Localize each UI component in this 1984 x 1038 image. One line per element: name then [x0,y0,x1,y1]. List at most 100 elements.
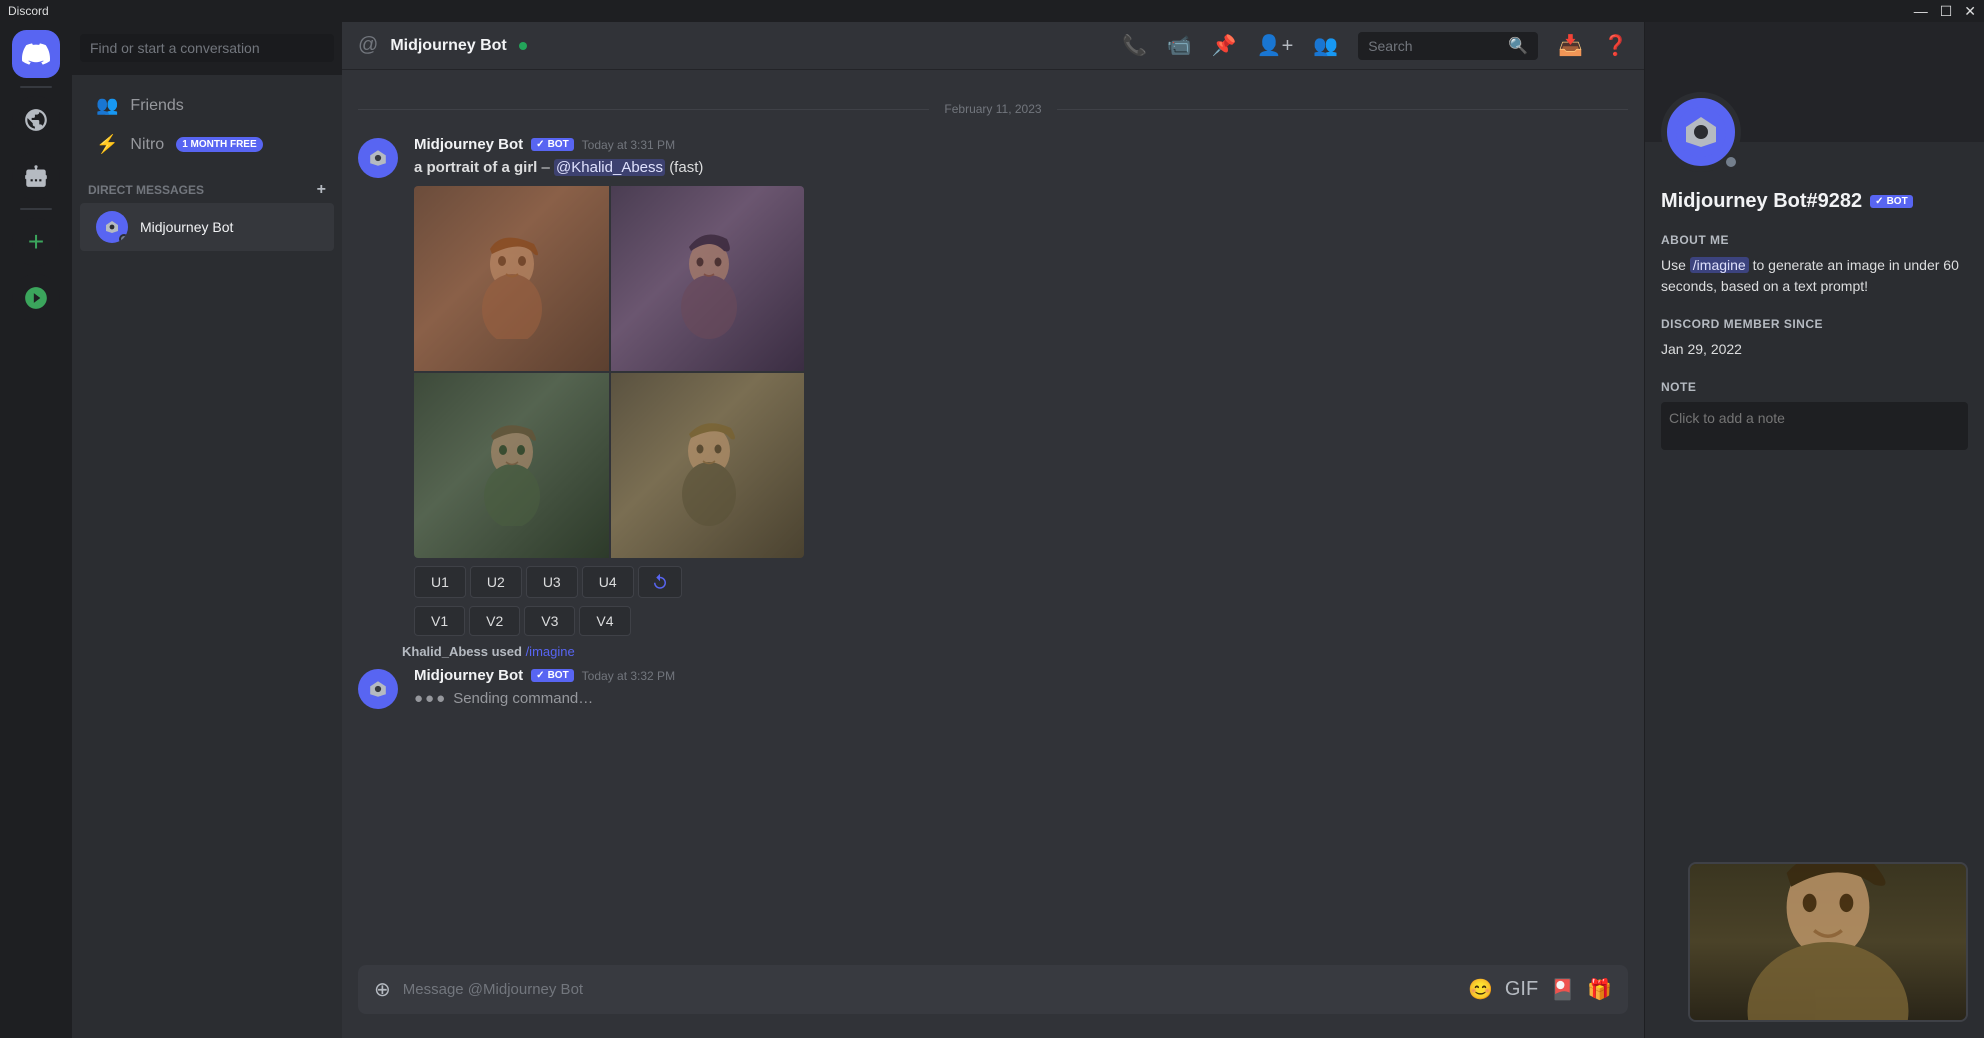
guild-add[interactable]: + [12,218,60,266]
action-buttons-row2: V1 V2 V3 V4 [414,606,1628,636]
v1-button[interactable]: V1 [414,606,465,636]
chat-input-box: ⊕ 😊 GIF 🎴 🎁 [358,965,1628,1014]
u4-button[interactable]: U4 [582,566,634,598]
titlebar-controls: — ☐ ✕ [1914,3,1976,20]
emoji-icon[interactable]: 😊 [1468,977,1493,1002]
add-member-icon[interactable]: 👤+ [1257,33,1294,58]
video-icon[interactable]: 📹 [1167,33,1192,58]
action-buttons-row1: U1 U2 U3 U4 [414,566,1628,598]
grid-image-4 [611,373,804,558]
guild-divider [20,86,52,88]
nitro-badge: 1 MONTH FREE [176,137,262,152]
about-me-header: ABOUT ME [1661,233,1968,247]
member-since-date: Jan 29, 2022 [1661,339,1968,360]
message-group-1: Midjourney Bot ✓ BOT Today at 3:31 PM a … [342,132,1644,640]
msg-text-1: a portrait of a girl – @Khalid_Abess (fa… [414,157,1628,178]
friends-icon: 👥 [96,95,118,116]
refresh-button[interactable] [638,566,682,598]
chat-header-name: Midjourney Bot [390,37,506,55]
gif-icon[interactable]: GIF [1505,978,1538,1001]
v2-button[interactable]: V2 [469,606,520,636]
portrait-3 [414,373,609,558]
guild-explore[interactable] [12,274,60,322]
date-divider: February 11, 2023 [342,102,1644,116]
msg-timestamp-1: Today at 3:31 PM [582,138,675,152]
pin-icon[interactable]: 📌 [1212,33,1237,58]
maximize-button[interactable]: ☐ [1940,3,1953,20]
phone-icon[interactable]: 📞 [1122,33,1147,58]
profile-body: Midjourney Bot#9282 ✓ BOT ABOUT ME Use /… [1645,142,1984,471]
friends-label: Friends [130,97,183,115]
msg-username-1: Midjourney Bot [414,136,523,153]
grid-image-3 [414,373,609,558]
sticker-icon[interactable]: 🎴 [1550,977,1575,1002]
app: + 👥 Friends ⚡ Nitro 1 MONTH FREE DIRECT … [0,22,1984,1038]
at-icon: @ [358,34,378,57]
guild-icon-ai[interactable] [12,152,60,200]
inbox-icon[interactable]: 📥 [1558,33,1583,58]
video-person [1690,864,1966,1020]
search-icon: 🔍 [1508,36,1528,56]
dm-sidebar-content: 👥 Friends ⚡ Nitro 1 MONTH FREE DIRECT ME… [72,75,342,1038]
status-dot-offline [119,234,128,243]
message-group-2: Midjourney Bot ✓ BOT Today at 3:32 PM ●●… [342,663,1644,713]
guild-icon-discord[interactable] [12,30,60,78]
add-attachment-icon[interactable]: ⊕ [374,977,391,1002]
chat-messages: February 11, 2023 Midjourney Bot ✓ BOT [342,70,1644,965]
guild-divider-2 [20,208,52,210]
search-box[interactable]: Search 🔍 [1358,32,1538,60]
main-chat: @ Midjourney Bot 📞 📹 📌 👤+ 👥 Search 🔍 📥 ❓ [342,22,1644,1038]
sending-msg: ●●● Sending command… [414,688,1628,709]
image-grid[interactable] [414,186,804,558]
friends-item[interactable]: 👥 Friends [80,87,334,124]
profile-bot-badge: ✓ BOT [1870,195,1913,208]
msg-timestamp-2: Today at 3:32 PM [582,669,675,683]
portrait-1 [414,186,609,371]
gift-icon[interactable]: 🎁 [1587,977,1612,1002]
dm-sidebar: 👥 Friends ⚡ Nitro 1 MONTH FREE DIRECT ME… [72,22,342,1038]
bot-avatar-1 [358,138,398,178]
video-thumbnail [1688,862,1968,1022]
bot-avatar-2 [358,669,398,709]
dm-user-avatar [96,211,128,243]
chat-input-area: ⊕ 😊 GIF 🎴 🎁 [342,965,1644,1038]
nitro-item[interactable]: ⚡ Nitro 1 MONTH FREE [80,126,334,163]
profile-name: Midjourney Bot#9282 ✓ BOT [1661,190,1968,213]
dm-search-bar [72,22,342,75]
note-header: NOTE [1661,380,1968,394]
chat-header: @ Midjourney Bot 📞 📹 📌 👤+ 👥 Search 🔍 📥 ❓ [342,22,1644,70]
bot-badge-2: ✓ BOT [531,669,574,682]
msg-username-2: Midjourney Bot [414,667,523,684]
portrait-2 [611,186,804,371]
dm-user-midjourney[interactable]: Midjourney Bot [80,203,334,251]
message-input[interactable] [403,981,1456,998]
about-me-text: Use /imagine to generate an image in und… [1661,255,1968,297]
help-icon[interactable]: ❓ [1603,33,1628,58]
titlebar: Discord — ☐ ✕ [0,0,1984,22]
u3-button[interactable]: U3 [526,566,578,598]
nitro-label: Nitro [130,136,164,154]
v4-button[interactable]: V4 [579,606,630,636]
dm-search-input[interactable] [80,34,334,62]
msg-content-1: Midjourney Bot ✓ BOT Today at 3:31 PM a … [414,136,1628,636]
note-input[interactable] [1661,402,1968,450]
system-command: /imagine [526,644,575,659]
profile-status-dot [1723,154,1739,170]
close-button[interactable]: ✕ [1964,3,1976,20]
add-dm-button[interactable]: + [317,181,326,199]
dm-username: Midjourney Bot [140,219,233,235]
u2-button[interactable]: U2 [470,566,522,598]
dm-section-label: DIRECT MESSAGES + [72,165,342,203]
v3-button[interactable]: V3 [524,606,575,636]
profile-avatar-container [1661,92,1741,172]
nitro-icon: ⚡ [96,134,118,155]
video-content [1690,864,1966,1020]
search-placeholder-text: Search [1368,38,1502,54]
minimize-button[interactable]: — [1914,3,1928,20]
msg-header-2: Midjourney Bot ✓ BOT Today at 3:32 PM [414,667,1628,684]
bot-badge-1: ✓ BOT [531,138,574,151]
u1-button[interactable]: U1 [414,566,466,598]
member-list-icon[interactable]: 👥 [1313,33,1338,58]
profile-header [1645,22,1984,142]
guild-icon-planet[interactable] [12,96,60,144]
